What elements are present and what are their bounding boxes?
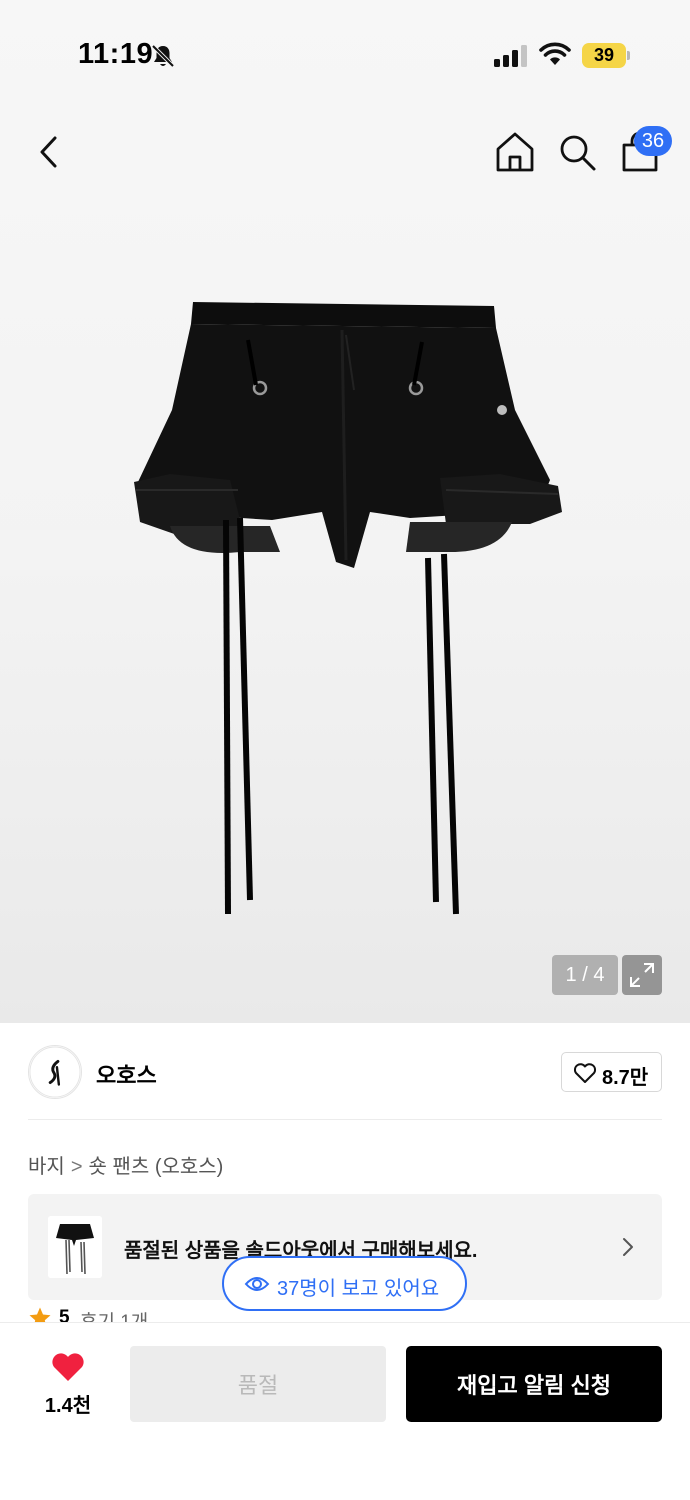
product-image-shorts[interactable] — [110, 290, 580, 930]
brand-row: 오호스 8.7만 — [0, 1040, 690, 1104]
bell-slash-icon — [151, 44, 175, 68]
status-time: 11:19 — [78, 38, 154, 70]
bottom-action-bar: 1.4천 품절 재입고 알림 신청 — [0, 1322, 690, 1500]
viewers-pill: 37명이 보고 있어요 — [222, 1256, 467, 1311]
signal-icon — [494, 45, 527, 67]
wifi-icon — [539, 42, 571, 65]
brand-like-count: 8.7만 — [602, 1067, 649, 1089]
breadcrumb: 바지 > 숏 팬츠 (오호스) — [28, 1150, 223, 1179]
expand-icon[interactable] — [622, 955, 662, 995]
heart-filled-icon[interactable] — [50, 1351, 86, 1383]
search-icon[interactable] — [557, 132, 597, 172]
divider — [28, 1119, 662, 1120]
breadcrumb-item-shorts[interactable]: 숏 팬츠 (오호스) — [89, 1150, 224, 1179]
soldout-button: 품절 — [130, 1346, 386, 1422]
image-counter: 1 / 4 — [552, 955, 618, 995]
battery-tip — [627, 51, 630, 60]
breadcrumb-item-pants[interactable]: 바지 — [28, 1150, 65, 1179]
chevron-left-icon[interactable] — [30, 130, 70, 174]
breadcrumb-separator: > — [70, 1156, 83, 1178]
brand-name[interactable]: 오호스 — [96, 1058, 157, 1090]
status-bar: 11:19 39 — [0, 0, 690, 110]
top-nav — [0, 120, 690, 184]
battery-level: 39 — [593, 45, 615, 65]
soldout-thumbnail — [48, 1216, 102, 1278]
home-icon[interactable] — [494, 130, 536, 174]
eye-icon — [244, 1277, 270, 1291]
cart-count-badge: 36 — [634, 126, 672, 156]
heart-outline-icon — [573, 1063, 597, 1083]
wish-count: 1.4천 — [44, 1395, 92, 1417]
battery-icon: 39 — [582, 43, 630, 68]
brand-logo[interactable] — [28, 1045, 82, 1099]
brand-like-button[interactable]: 8.7만 — [561, 1052, 662, 1092]
chevron-right-icon — [623, 1238, 633, 1256]
restock-alert-button[interactable]: 재입고 알림 신청 — [406, 1346, 662, 1422]
viewers-text: 37명이 보고 있어요 — [277, 1278, 440, 1300]
